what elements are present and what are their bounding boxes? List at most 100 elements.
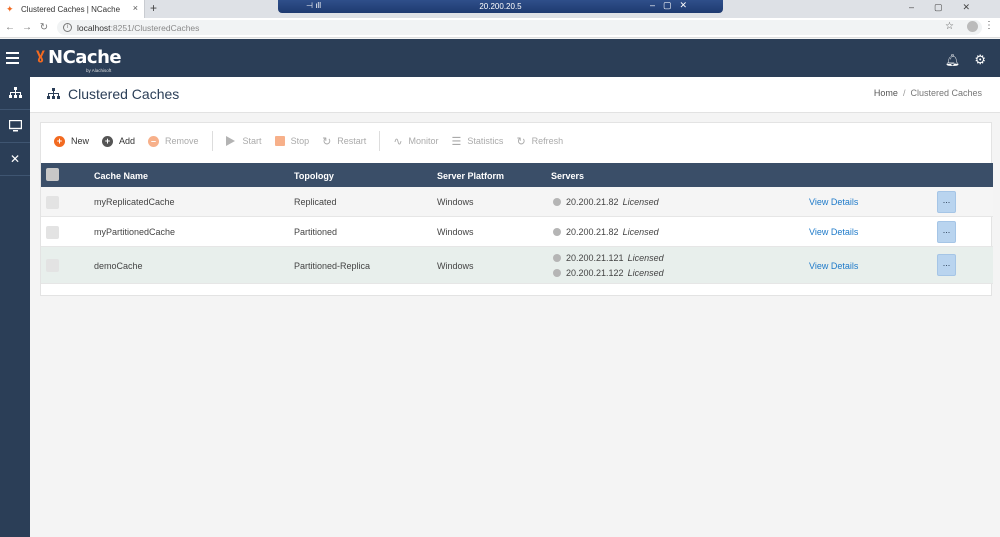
browser-menu-icon[interactable]: ⋮ [984,20,994,31]
tab-close-icon[interactable]: × [133,3,138,13]
row-checkbox[interactable] [46,196,59,209]
stop-button[interactable]: Stop [274,136,309,146]
wrench-icon: ✕ [9,152,21,166]
header-servers: Servers [551,171,585,181]
remove-button[interactable]: – Remove [148,135,199,147]
server-status-dot-icon [553,227,561,236]
server-license-status: Licensed [622,196,659,207]
server-entry: 20.200.21.82 Licensed [553,224,659,239]
topology-cell: Partitioned-Replica [294,261,371,271]
minus-circle-icon: – [148,135,160,147]
server-ip: 20.200.21.82 [566,226,619,237]
row-more-button[interactable]: ... [937,221,956,243]
add-button[interactable]: + Add [102,135,136,147]
breadcrumb-home-link[interactable]: Home [874,88,898,98]
page-title: Clustered Caches [68,86,180,102]
server-status-dot-icon [553,268,561,277]
notification-bell-icon[interactable]: 🔔︎ [945,53,960,67]
header-topology: Topology [294,171,334,181]
caches-panel: + New + Add – Remove Start Stop ↻ Restar… [40,122,993,296]
server-entry: 20.200.21.122 Licensed [553,265,664,280]
servers-cell: 20.200.21.82 Licensed [553,224,659,239]
forward-icon[interactable]: → [20,22,34,33]
hamburger-menu-icon[interactable] [6,52,19,67]
new-button-label: New [71,136,90,146]
header-cache-name: Cache Name [94,171,149,181]
list-icon: ☰ [451,135,462,148]
remote-window-controls[interactable]: –▢✕ [650,0,695,11]
row-checkbox[interactable] [46,226,59,239]
refresh-button-label: Refresh [531,136,564,146]
desktop-monitor-icon [8,120,22,132]
servers-cell: 20.200.21.121 Licensed 20.200.21.122 Lic… [553,250,664,280]
logo-mark-icon: ɣ [36,46,45,63]
remove-button-label: Remove [165,136,199,146]
remote-host-label: 20.200.20.5 [479,2,522,11]
sitemap-icon [8,87,22,98]
monitor-button-label: Monitor [408,136,439,146]
remote-session-bar: ⊣ ıll 20.200.20.5 –▢✕ [278,0,723,13]
topology-cell: Replicated [294,197,337,207]
view-details-link[interactable]: View Details [809,227,858,237]
refresh-button[interactable]: ↻ Refresh [516,135,563,148]
address-bar: ← → ↻ i localhost:8251/ClusteredCaches ☆… [0,18,1000,38]
server-ip: 20.200.21.122 [566,267,624,278]
server-entry: 20.200.21.82 Licensed [553,194,659,209]
window-controls[interactable]: –▢✕ [909,2,990,13]
view-details-link[interactable]: View Details [809,197,858,207]
toolbar-divider [379,131,381,151]
table-row[interactable]: demoCache Partitioned-Replica Windows 20… [41,247,993,284]
statistics-button-label: Statistics [467,136,504,146]
plus-circle-icon: + [54,135,65,147]
new-button[interactable]: + New [54,135,90,147]
table-row[interactable]: myPartitionedCache Partitioned Windows 2… [41,217,993,247]
row-more-button[interactable]: ... [937,191,956,213]
server-status-dot-icon [553,253,561,262]
restart-button-label: Restart [337,136,367,146]
toolbar-divider [211,131,213,151]
restart-button[interactable]: ↻ Restart [322,135,366,148]
bookmark-star-icon[interactable]: ☆ [945,21,954,32]
page-header: Clustered Caches Home / Clustered Caches [30,77,1000,113]
statistics-button[interactable]: ☰ Statistics [452,135,504,148]
sidebar-item-monitor[interactable] [0,110,30,143]
left-sidebar: ✕ [0,77,30,537]
reload-icon[interactable]: ↻ [37,22,51,33]
server-license-status: Licensed [627,267,664,278]
table-header: Cache Name Topology Server Platform Serv… [41,163,993,187]
profile-avatar[interactable] [967,21,978,32]
plus-circle-icon: + [102,135,114,147]
sidebar-item-clustered-caches[interactable] [0,77,30,110]
logo-text: NCache [48,47,122,68]
breadcrumb: Home / Clustered Caches [874,88,982,98]
sidebar-item-tools[interactable]: ✕ [0,143,30,176]
settings-gear-icon[interactable]: ⚙ [974,52,986,68]
url-input[interactable]: i localhost:8251/ClusteredCaches [57,20,982,35]
platform-cell: Windows [437,227,474,237]
server-license-status: Licensed [627,252,664,263]
server-license-status: Licensed [622,226,659,237]
header-server-platform: Server Platform [437,171,505,181]
back-icon[interactable]: ← [3,22,17,33]
refresh-icon: ↻ [516,135,526,148]
logo-byline: by Alachisoft [86,68,112,73]
select-all-checkbox[interactable] [46,168,59,181]
start-button-label: Start [242,136,262,146]
ncache-favicon-icon: ✦ [6,3,14,14]
breadcrumb-separator: / [902,88,906,98]
row-more-button[interactable]: ... [937,254,956,276]
table-row[interactable]: myReplicatedCache Replicated Windows 20.… [41,187,993,217]
browser-tab[interactable]: ✦ Clustered Caches | NCache × [0,0,145,18]
url-path: :8251/ClusteredCaches [110,22,200,33]
view-details-link[interactable]: View Details [809,261,858,271]
monitor-button[interactable]: ∿ Monitor [393,135,438,148]
new-tab-button[interactable]: + [150,1,157,15]
server-entry: 20.200.21.121 Licensed [553,250,664,265]
app-header: ɣ NCache by Alachisoft 🔔︎ ⚙ [0,39,1000,77]
site-info-icon[interactable]: i [63,23,72,32]
row-checkbox[interactable] [46,259,59,272]
platform-cell: Windows [437,261,474,271]
caches-table: Cache Name Topology Server Platform Serv… [41,163,993,284]
add-button-label: Add [119,136,136,146]
start-button[interactable]: Start [225,136,262,146]
